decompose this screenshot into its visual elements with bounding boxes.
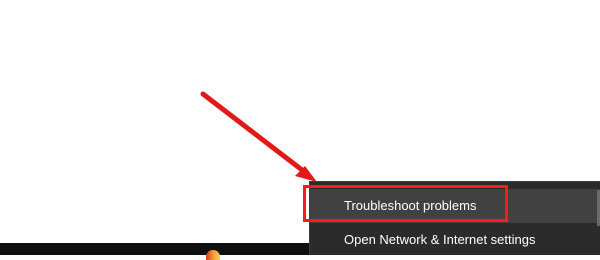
firefox-icon[interactable] [206,250,220,260]
troubleshoot-problems-label: Troubleshoot problems [344,198,477,213]
open-network-settings-label: Open Network & Internet settings [344,232,536,247]
taskbar [0,243,310,260]
open-network-settings-menu-item[interactable]: Open Network & Internet settings [310,223,600,257]
troubleshoot-problems-menu-item[interactable]: Troubleshoot problems [310,189,600,223]
network-context-menu: Troubleshoot problems Open Network & Int… [309,181,600,255]
